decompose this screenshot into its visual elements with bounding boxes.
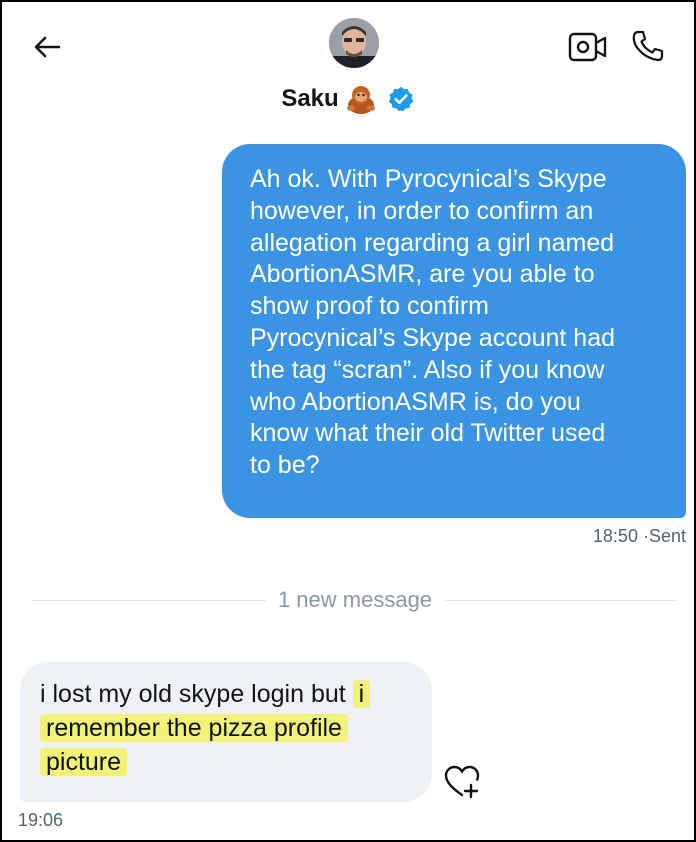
video-call-button[interactable] [568, 30, 608, 64]
divider-line [32, 599, 266, 601]
voice-call-button[interactable] [630, 28, 666, 64]
contact-name: Saku [281, 85, 339, 112]
highlighted-text: i [352, 680, 371, 708]
arrow-left-icon [34, 36, 61, 58]
back-button[interactable] [32, 32, 62, 62]
new-message-divider: 1 new message [32, 587, 678, 612]
highlighted-text: picture [40, 748, 128, 776]
sent-message-line: however, in order to confirm an [250, 196, 594, 225]
received-time: 19:06 [18, 810, 64, 830]
sent-message-line: Pyrocynical’s Skype account had [250, 323, 616, 352]
heart-plus-icon [444, 765, 480, 799]
divider-line [444, 599, 678, 601]
sent-message-line: Ah ok. With Pyrocynical’s Skype [250, 165, 607, 193]
sent-status: ·Sent [642, 526, 686, 546]
sent-message-line: know what their old Twitter used [250, 419, 606, 448]
received-message-line: picture [40, 745, 432, 779]
sent-time: 18:50 [592, 526, 638, 546]
sent-message-line: who AbortionASMR is, do you [250, 387, 581, 416]
sent-message-line: AbortionASMR, are you able to [250, 260, 595, 289]
sent-message-meta: 18:50 ·Sent [593, 526, 686, 547]
video-camera-icon [568, 32, 607, 62]
received-text: i lost my old skype login but [40, 680, 346, 708]
verified-badge-icon [388, 86, 413, 112]
sent-message-line: show proof to confirm [250, 292, 489, 321]
contact-avatar[interactable] [329, 18, 379, 68]
conversation-header: Saku [0, 0, 696, 128]
received-message-line: remember the pizza profile [40, 711, 432, 745]
phone-icon [632, 30, 664, 62]
avatar-image [329, 18, 379, 68]
add-reaction-button[interactable] [442, 763, 482, 801]
sent-message-line: allegation regarding a girl named [250, 228, 615, 257]
orangutan-emoji-icon [346, 86, 375, 114]
sent-message-bubble[interactable]: Ah ok. With Pyrocynical’s Skype however,… [222, 144, 686, 518]
sent-message-line: to be? [250, 451, 320, 480]
new-message-label: 1 new message [277, 587, 433, 612]
received-message-line: i lost my old skype login but i [40, 677, 432, 711]
received-message-bubble[interactable]: i lost my old skype login but i remember… [20, 662, 432, 802]
sent-message-line: the tag “scran”. Also if you know [250, 355, 605, 384]
highlighted-text: remember the pizza profile [40, 714, 348, 742]
contact-name-row[interactable]: Saku [0, 84, 696, 114]
